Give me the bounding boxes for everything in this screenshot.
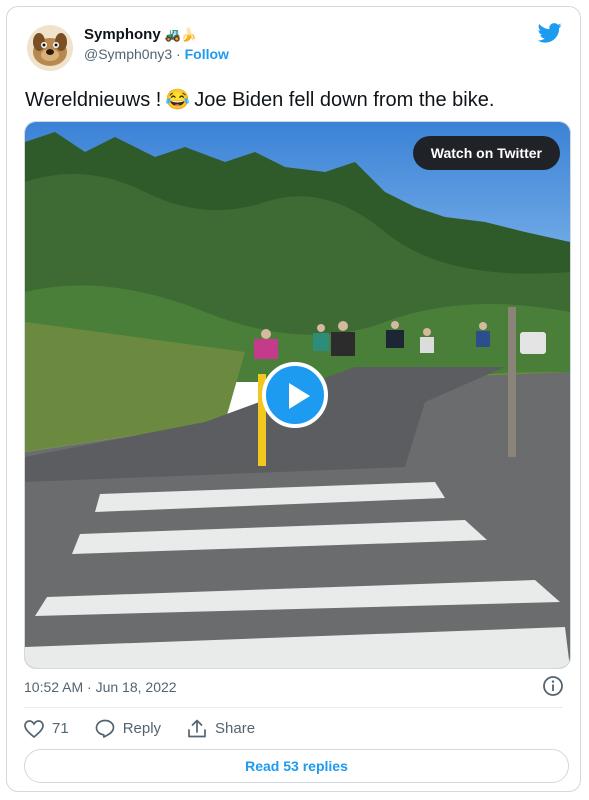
- handle-row: @Symph0ny3 · Follow: [84, 46, 229, 62]
- divider: [24, 707, 563, 708]
- tweet-text-end: Joe Biden fell down from the bike.: [194, 89, 495, 111]
- play-button[interactable]: [262, 362, 328, 428]
- share-button[interactable]: Share: [187, 719, 255, 738]
- tweet-text-start: Wereldnieuws !: [25, 89, 162, 111]
- twitter-bird-icon[interactable]: [538, 23, 562, 43]
- display-name-text: Symphony: [84, 26, 161, 43]
- tweet-card: Symphony 🚜🍌 @Symph0ny3 · Follow Wereldni…: [6, 6, 581, 792]
- read-replies-button[interactable]: Read 53 replies: [24, 749, 569, 783]
- heart-icon: [24, 719, 44, 738]
- user-handle[interactable]: @Symph0ny3: [84, 46, 172, 62]
- info-icon[interactable]: [542, 675, 564, 697]
- play-icon: [289, 383, 310, 409]
- display-name[interactable]: Symphony 🚜🍌: [84, 26, 197, 43]
- like-button[interactable]: 71: [24, 719, 69, 738]
- avatar[interactable]: [27, 25, 73, 71]
- reply-label: Reply: [122, 720, 162, 737]
- video-thumbnail[interactable]: Watch on Twitter: [24, 121, 571, 669]
- name-emojis: 🚜🍌: [164, 26, 198, 42]
- reply-icon: [95, 719, 115, 738]
- reply-button[interactable]: Reply: [95, 719, 161, 738]
- action-bar: 71 Reply Share: [24, 719, 281, 738]
- share-label: Share: [215, 720, 256, 737]
- tweet-text: Wereldnieuws ! 😂 Joe Biden fell down fro…: [25, 87, 494, 113]
- tweet-timestamp[interactable]: 10:52 AM · Jun 18, 2022: [24, 679, 177, 695]
- watch-on-twitter-button[interactable]: Watch on Twitter: [412, 136, 560, 170]
- like-count: 71: [52, 720, 69, 737]
- separator: ·: [176, 46, 181, 62]
- laughing-emoji: 😂: [165, 89, 191, 111]
- follow-button[interactable]: Follow: [185, 46, 229, 62]
- share-icon: [188, 719, 206, 738]
